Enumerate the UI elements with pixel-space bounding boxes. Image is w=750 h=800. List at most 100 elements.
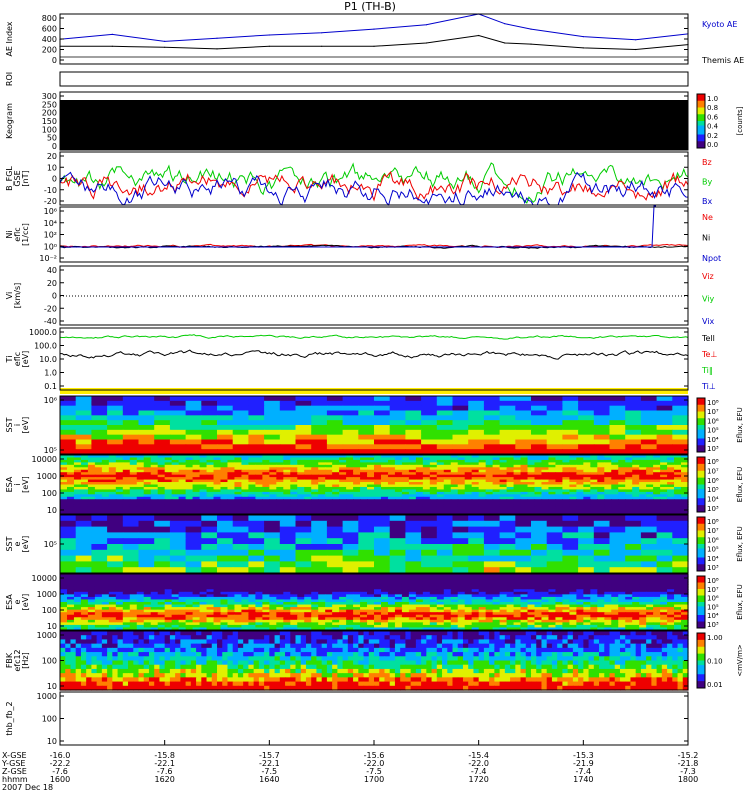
spectrogram-cell bbox=[217, 561, 234, 568]
spectrogram-cell bbox=[640, 532, 658, 539]
spectrogram-cell bbox=[107, 544, 124, 551]
spectrogram-cell bbox=[342, 400, 359, 407]
spectrogram-cell bbox=[421, 549, 438, 557]
spectrogram-cell bbox=[562, 439, 579, 445]
spectrogram-cell bbox=[593, 400, 611, 407]
spectrogram-cell bbox=[609, 555, 626, 562]
spectrogram-cell bbox=[342, 538, 359, 545]
spectrogram-cell bbox=[279, 520, 297, 528]
spectrogram-cell bbox=[389, 415, 406, 421]
spectrogram-cell bbox=[452, 561, 469, 568]
spectrogram-cell bbox=[452, 532, 469, 539]
spectrogram-cell bbox=[232, 555, 249, 562]
spectrogram-cell bbox=[232, 561, 249, 568]
spectrogram-cell bbox=[248, 532, 265, 539]
spectrogram-cell bbox=[60, 410, 77, 416]
spectrogram-cell bbox=[593, 520, 611, 528]
spectrogram-cell bbox=[562, 415, 579, 421]
spectrogram-cell bbox=[358, 444, 375, 450]
spectrogram-cell bbox=[562, 538, 579, 545]
spectrogram-cell bbox=[499, 405, 516, 412]
spectrogram-cell bbox=[279, 561, 297, 568]
spectrogram-cell bbox=[248, 520, 265, 528]
spectrogram-cell bbox=[232, 515, 249, 522]
spectrogram-cell bbox=[609, 515, 626, 522]
spectrogram-cell bbox=[185, 515, 202, 522]
spectrogram-cell bbox=[374, 415, 391, 421]
spectrogram-cell bbox=[483, 549, 501, 557]
spectrogram-cell bbox=[625, 532, 642, 539]
spectrogram-cell bbox=[201, 555, 218, 562]
spectrogram-cell bbox=[578, 532, 595, 539]
spectrogram-cell bbox=[452, 549, 469, 557]
spectrogram-cell bbox=[201, 429, 218, 436]
spectrogram-cell bbox=[358, 561, 375, 568]
spectrogram-cell bbox=[326, 555, 344, 562]
spectrogram-cell bbox=[217, 400, 234, 407]
spectrogram-cell bbox=[656, 396, 673, 402]
spectrogram-cell bbox=[483, 415, 501, 421]
spectrogram-cell bbox=[342, 444, 359, 450]
spectrogram-cell bbox=[672, 515, 689, 522]
spectrogram-cell bbox=[217, 415, 234, 421]
spectrogram-cell bbox=[91, 434, 108, 441]
spectrogram-cell bbox=[154, 415, 171, 421]
spectrogram-cell bbox=[264, 439, 281, 445]
spectrogram-cell bbox=[546, 549, 563, 557]
spectrogram-cell bbox=[562, 405, 579, 412]
spectrogram-cell bbox=[546, 532, 563, 539]
spectrogram-cell bbox=[374, 549, 391, 557]
spectrogram-cell bbox=[60, 444, 77, 450]
spectrogram-cell bbox=[232, 400, 249, 407]
spectrogram-cell bbox=[295, 429, 312, 436]
spectrogram-cell bbox=[138, 425, 155, 431]
spectrogram-cell bbox=[389, 555, 406, 562]
spectrogram-cell bbox=[421, 444, 438, 450]
spectrogram-cell bbox=[264, 405, 281, 412]
spectrogram-cell bbox=[154, 420, 171, 426]
spectrogram-cell bbox=[326, 400, 344, 407]
spectrogram-cell bbox=[640, 439, 658, 445]
spectrogram-cell bbox=[60, 429, 77, 436]
spectrogram-cell bbox=[640, 549, 658, 557]
spectrogram-cell bbox=[342, 520, 359, 528]
spectrogram-cell bbox=[374, 538, 391, 545]
spectrogram-cell bbox=[264, 444, 281, 450]
spectrogram-cell bbox=[531, 439, 548, 445]
spectrogram-cell bbox=[75, 532, 92, 539]
spectrogram-cell bbox=[232, 538, 249, 545]
spectrogram-cell bbox=[593, 425, 611, 431]
spectrogram-cell bbox=[295, 425, 312, 431]
spectrogram-cell bbox=[593, 444, 611, 450]
spectrogram-cell bbox=[342, 526, 359, 533]
spectrogram-cell bbox=[154, 410, 171, 416]
spectrogram-cell bbox=[201, 405, 218, 412]
spectrogram-cell bbox=[625, 444, 642, 450]
spectrogram-cell bbox=[107, 444, 124, 450]
spectrogram-cell bbox=[248, 515, 265, 522]
spectrogram-cell bbox=[436, 415, 454, 421]
spectrogram-cell bbox=[311, 405, 328, 412]
spectrogram-cell bbox=[326, 439, 344, 445]
spectrogram-cell bbox=[562, 425, 579, 431]
spectrogram-cell bbox=[138, 549, 155, 557]
spectrogram-cell bbox=[374, 396, 391, 402]
spectrogram-cell bbox=[515, 532, 532, 539]
spectrogram-cell bbox=[107, 396, 124, 402]
spectrogram-cell bbox=[468, 434, 485, 441]
spectrogram-cell bbox=[531, 549, 548, 557]
spectrogram-cell bbox=[483, 396, 501, 402]
spectrogram-cell bbox=[138, 520, 155, 528]
spectrogram-cell bbox=[405, 561, 422, 568]
spectrogram-cell bbox=[264, 561, 281, 568]
spectrogram-cell bbox=[515, 420, 532, 426]
spectrogram-cell bbox=[515, 515, 532, 522]
spectrogram-cell bbox=[295, 439, 312, 445]
spectrogram-cell bbox=[421, 415, 438, 421]
spectrogram-cell bbox=[264, 400, 281, 407]
spectrogram-cell bbox=[405, 429, 422, 436]
spectrogram-cell bbox=[107, 549, 124, 557]
spectrogram-cell bbox=[546, 555, 563, 562]
spectrogram-cell bbox=[656, 561, 673, 568]
spectrogram-cell bbox=[531, 561, 548, 568]
